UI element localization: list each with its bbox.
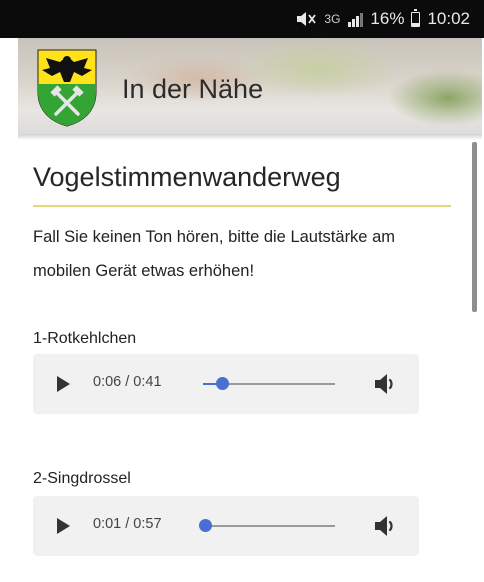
audio-player-1: 0:06 / 0:41 (33, 354, 419, 414)
audio-player-2: 0:01 / 0:57 (33, 496, 419, 556)
status-bar: 3G 16% 10:02 (0, 0, 484, 38)
scrollbar[interactable] (472, 142, 477, 312)
intro-text: Fall Sie keinen Ton hören, bitte die Lau… (33, 228, 395, 280)
title-divider (33, 205, 451, 207)
battery-percent: 16% (370, 9, 405, 28)
track-label-2: 2-Singdrossel (33, 470, 131, 487)
coat-of-arms-icon (37, 49, 97, 127)
track-label-1: 1-Rotkehlchen (33, 330, 137, 347)
battery-icon (411, 8, 421, 27)
signal-icon (347, 11, 364, 27)
network-3g-icon: 3G (324, 12, 341, 26)
clock: 10:02 (427, 9, 470, 28)
seek-handle[interactable] (216, 377, 230, 390)
play-icon[interactable] (57, 376, 70, 392)
volume-icon[interactable] (373, 372, 399, 396)
time-display: 0:01 / 0:57 (93, 516, 162, 532)
volume-icon[interactable] (373, 514, 399, 538)
seek-handle[interactable] (199, 519, 213, 532)
header-banner: In der Nähe (18, 38, 482, 134)
battery-level (412, 23, 420, 26)
page-title: In der Nähe (122, 74, 264, 104)
time-display: 0:06 / 0:41 (93, 374, 162, 390)
play-icon[interactable] (57, 518, 70, 534)
mute-icon (295, 11, 317, 27)
content-card: Vogelstimmenwanderweg Fall Sie keinen To… (18, 142, 468, 582)
seek-slider[interactable] (203, 377, 335, 390)
seek-slider[interactable] (199, 519, 335, 532)
card-title: Vogelstimmenwanderweg (33, 162, 341, 192)
header-shadow (18, 134, 482, 140)
